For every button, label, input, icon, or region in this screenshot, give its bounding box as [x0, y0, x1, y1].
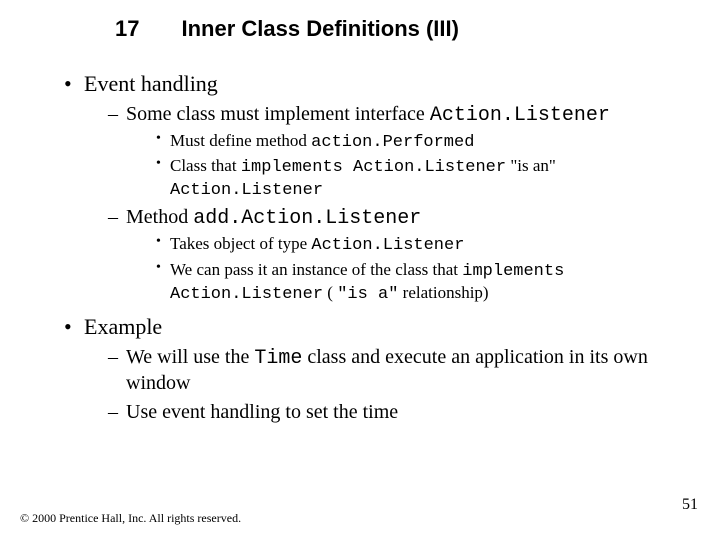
slide-title: Inner Class Definitions (III) [181, 16, 458, 42]
code-segment: Action.Listener [170, 181, 323, 200]
text-segment: Method [126, 206, 193, 228]
copyright-footer: © 2000 Prentice Hall, Inc. All rights re… [20, 511, 241, 526]
text-segment: We will use the [126, 346, 254, 368]
bullet-example: Example We will use the Time class and e… [60, 313, 680, 425]
text-segment: ( [327, 283, 333, 302]
subbullet-method-add: Method add.Action.Listener Takes object … [106, 205, 680, 305]
code-segment: "is a" [337, 285, 398, 304]
subbullet-use-time: We will use the Time class and execute a… [106, 345, 680, 396]
slide-title-row: 17 Inner Class Definitions (III) [0, 0, 720, 42]
slide: 17 Inner Class Definitions (III) Event h… [0, 0, 720, 540]
text-segment: Class that [170, 156, 241, 175]
bullet-text: Event handling [84, 71, 218, 96]
slide-body: Event handling Some class must implement… [0, 42, 720, 425]
code-segment: Action.Listener [430, 104, 610, 127]
text-segment: Must define method [170, 131, 311, 150]
subbullet-some-class: Some class must implement interface Acti… [106, 102, 680, 202]
sub2-class-that: Class that implements Action.Listener "i… [154, 155, 680, 202]
text-segment: Use event handling to set the time [126, 401, 398, 423]
subbullet-use-event: Use event handling to set the time [106, 400, 680, 425]
sub2-must-define: Must define method action.Performed [154, 130, 680, 153]
code-segment: implements Action.Listener [241, 158, 506, 177]
page-number: 51 [682, 496, 698, 514]
text-segment: "is an" [510, 156, 556, 175]
text-segment: relationship) [403, 283, 489, 302]
code-segment: action.Performed [311, 133, 474, 152]
code-segment: Action.Listener [311, 236, 464, 255]
text-segment: Takes object of type [170, 234, 311, 253]
text-segment: Some class must implement interface [126, 103, 430, 125]
bullet-text: Example [84, 314, 162, 339]
code-segment: add.Action.Listener [193, 207, 421, 230]
sub2-takes-object: Takes object of type Action.Listener [154, 233, 680, 256]
slide-number-heading: 17 [115, 16, 139, 42]
text-segment: We can pass it an instance of the class … [170, 260, 462, 279]
code-segment: Time [254, 347, 302, 370]
sub2-we-can-pass: We can pass it an instance of the class … [154, 259, 680, 306]
bullet-event-handling: Event handling Some class must implement… [60, 70, 680, 305]
